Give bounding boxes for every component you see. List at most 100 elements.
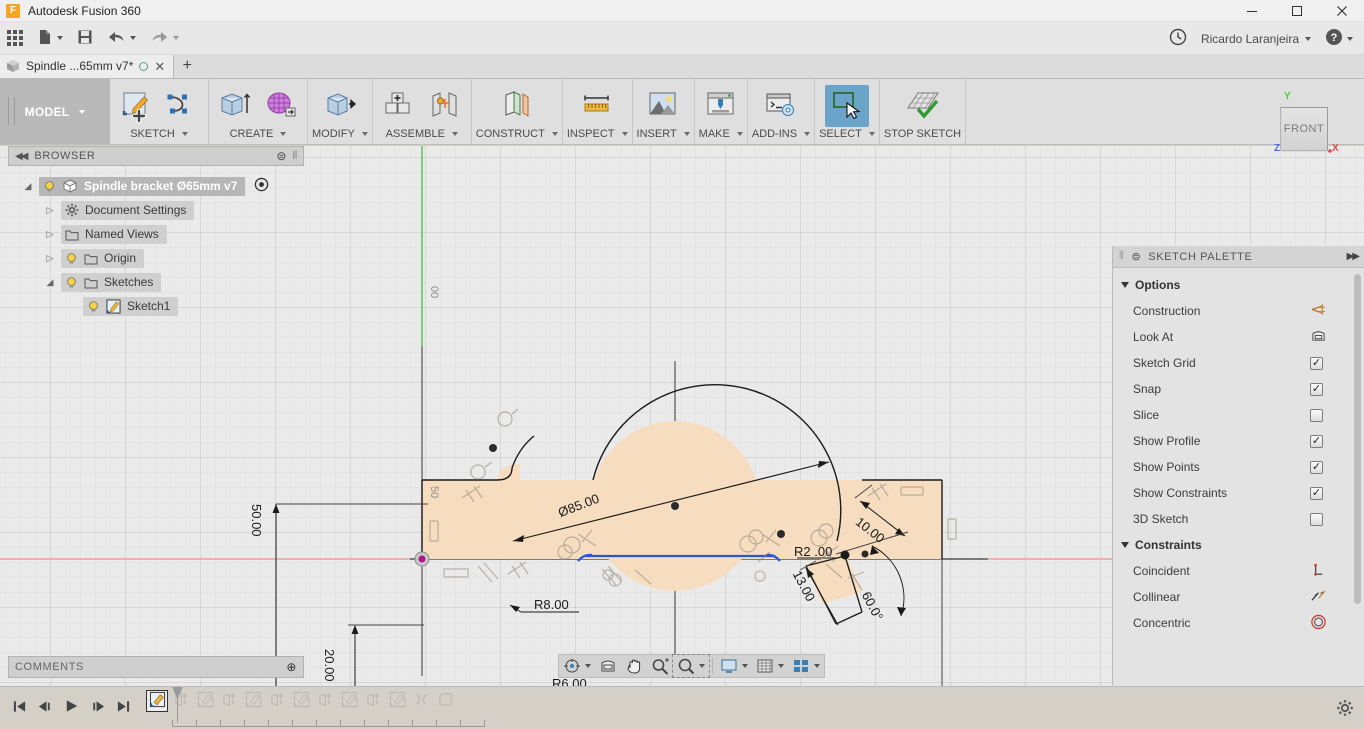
dim-vertical-50[interactable]: 50.00	[249, 504, 264, 537]
checkbox-checked[interactable]: ✓	[1310, 434, 1323, 448]
palette-row-collinear[interactable]: Collinear	[1113, 584, 1364, 610]
new-document-button[interactable]	[30, 22, 70, 55]
browser-node-named-views[interactable]: ▷ Named Views	[22, 222, 304, 246]
palette-row-control[interactable]	[1310, 614, 1364, 633]
collinear-icon[interactable]	[1310, 588, 1327, 607]
palette-row-concentric[interactable]: Concentric	[1113, 610, 1364, 636]
palette-row-coincident[interactable]: Coincident	[1113, 558, 1364, 584]
new-component-button[interactable]	[377, 85, 421, 127]
timeline-extrude2[interactable]	[218, 690, 240, 712]
palette-section-options[interactable]: Options	[1113, 272, 1364, 298]
timeline-sketch5[interactable]	[338, 690, 360, 712]
lightbulb-icon[interactable]	[87, 300, 100, 313]
scripts-addins-button[interactable]	[759, 85, 803, 127]
ribbon-group-label[interactable]: STOP SKETCH	[884, 127, 961, 141]
fit-button[interactable]	[672, 654, 710, 678]
checkbox-checked[interactable]: ✓	[1310, 356, 1323, 370]
palette-row-snap[interactable]: Snap ✓	[1113, 376, 1364, 402]
dim-vertical-20[interactable]: 20.00	[322, 649, 337, 682]
look-at-icon[interactable]	[1310, 328, 1327, 346]
timeline-mirror[interactable]	[410, 690, 432, 712]
construction-icon[interactable]	[1310, 302, 1327, 320]
maximize-icon[interactable]	[1274, 0, 1319, 22]
grid-snaps-button[interactable]	[752, 655, 788, 677]
lightbulb-icon[interactable]	[65, 252, 78, 265]
insert-canvas-button[interactable]	[641, 85, 685, 127]
step-forward-button[interactable]	[86, 696, 108, 720]
spline-button[interactable]	[160, 85, 204, 127]
minus-circle-icon[interactable]: ⊜	[276, 149, 287, 163]
palette-row-show-points[interactable]: Show Points ✓	[1113, 454, 1364, 480]
ribbon-group-label[interactable]: MAKE	[699, 127, 743, 141]
browser-node-chip[interactable]: Sketches	[61, 272, 162, 292]
history-button[interactable]	[1162, 22, 1194, 55]
press-pull-button[interactable]	[318, 85, 362, 127]
browser-node-document-settings[interactable]: ▷ Document Settings	[22, 198, 304, 222]
checkbox-checked[interactable]: ✓	[1310, 382, 1323, 396]
checkbox-unchecked[interactable]	[1310, 408, 1323, 422]
timeline-sketch6[interactable]	[386, 690, 408, 712]
document-tab[interactable]: Spindle ...65mm v7* ✕	[0, 54, 175, 78]
timeline-extrude1[interactable]	[170, 690, 192, 712]
chevron-right-icon[interactable]: ▷	[44, 229, 56, 240]
browser-node-origin[interactable]: ▷ Origin	[22, 246, 304, 270]
checkbox-unchecked[interactable]	[1310, 512, 1323, 526]
browser-node-sketches[interactable]: ◢ Sketches	[22, 270, 304, 294]
chevron-down-icon[interactable]: ◢	[44, 277, 56, 288]
look-at-button[interactable]	[595, 655, 621, 677]
concentric-icon[interactable]	[1310, 614, 1327, 633]
browser-node-chip[interactable]: Spindle bracket Ø65mm v7	[39, 176, 246, 196]
ribbon-group-label[interactable]: SELECT	[819, 127, 875, 141]
joint-button[interactable]	[423, 85, 467, 127]
palette-section-constraints[interactable]: Constraints	[1113, 532, 1364, 558]
close-icon[interactable]: ✕	[154, 60, 165, 73]
browser-node-chip[interactable]: Named Views	[61, 224, 167, 244]
timeline-extrude5[interactable]	[362, 690, 384, 712]
checkbox-checked[interactable]: ✓	[1310, 460, 1323, 474]
save-button[interactable]	[70, 22, 100, 55]
view-cube[interactable]: FRONT Y X Z	[1264, 91, 1344, 171]
extrude-button[interactable]	[213, 85, 257, 127]
undo-button[interactable]	[100, 22, 143, 55]
timeline-sketch3[interactable]	[242, 690, 264, 712]
palette-scrollbar[interactable]	[1354, 274, 1361, 604]
create-sketch-button[interactable]	[114, 85, 158, 127]
offset-plane-button[interactable]	[495, 85, 539, 127]
ribbon-group-label[interactable]: MODIFY	[312, 127, 368, 141]
zoom-button[interactable]	[647, 655, 673, 677]
browser-node-chip[interactable]: Sketch1	[83, 296, 179, 316]
3d-print-button[interactable]	[699, 85, 743, 127]
minus-circle-icon[interactable]: ⊜	[1131, 250, 1141, 263]
step-back-button[interactable]	[34, 696, 56, 720]
palette-row-sketch-grid[interactable]: Sketch Grid ✓	[1113, 350, 1364, 376]
display-settings-button[interactable]	[716, 655, 752, 677]
create-form-button[interactable]	[259, 85, 303, 127]
target-icon[interactable]	[254, 177, 269, 192]
plus-circle-icon[interactable]: ⊕	[286, 660, 297, 674]
comments-panel[interactable]: COMMENTS ⊕	[8, 656, 304, 678]
app-grid-button[interactable]	[0, 22, 30, 55]
orbit-button[interactable]	[559, 655, 595, 677]
minimize-icon[interactable]	[1229, 0, 1274, 22]
select-button[interactable]	[824, 85, 869, 127]
timeline-sketch4[interactable]	[290, 690, 312, 712]
palette-row-3d-sketch[interactable]: 3D Sketch	[1113, 506, 1364, 532]
dim-radius-8[interactable]: R8.00	[534, 597, 569, 612]
chevron-right-icon[interactable]: ▷	[44, 253, 56, 264]
collapse-left-icon[interactable]: ◀◀	[15, 151, 28, 162]
stop-sketch-button[interactable]	[901, 85, 945, 127]
palette-row-show-constraints[interactable]: Show Constraints ✓	[1113, 480, 1364, 506]
ribbon-group-label[interactable]: ASSEMBLE	[386, 127, 458, 141]
close-icon[interactable]	[1319, 0, 1364, 22]
checkbox-checked[interactable]: ✓	[1310, 486, 1323, 500]
viewports-button[interactable]	[788, 655, 824, 677]
timeline-extrude4[interactable]	[314, 690, 336, 712]
pan-button[interactable]	[621, 655, 647, 677]
workspace-switcher[interactable]: MODEL	[0, 79, 110, 144]
go-to-end-button[interactable]	[112, 696, 134, 720]
palette-row-look-at[interactable]: Look At	[1113, 324, 1364, 350]
ribbon-group-label[interactable]: CREATE	[230, 127, 287, 141]
palette-row-slice[interactable]: Slice	[1113, 402, 1364, 428]
timeline-sketch2[interactable]	[194, 690, 216, 712]
browser-node-sketch1[interactable]: Sketch1	[22, 294, 304, 318]
